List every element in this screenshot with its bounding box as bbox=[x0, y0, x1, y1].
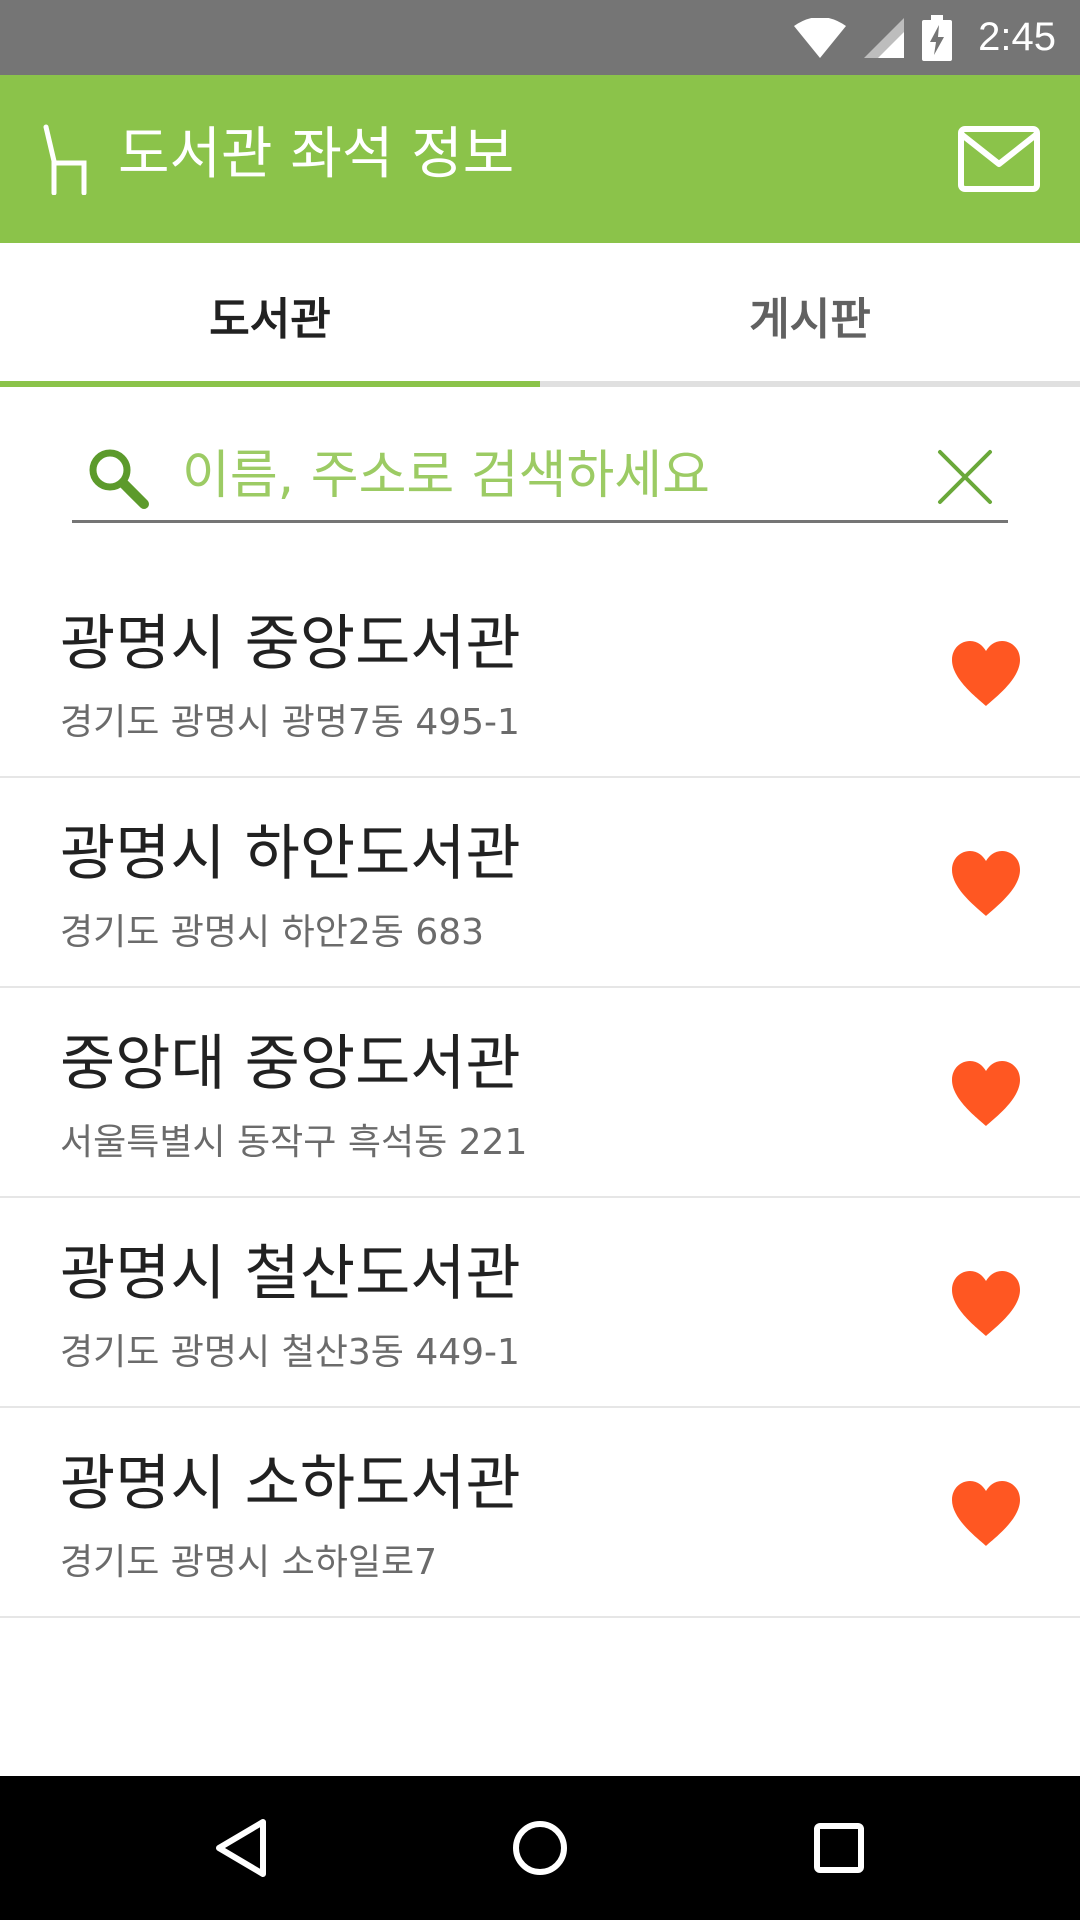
wifi-icon bbox=[794, 17, 847, 58]
mail-button[interactable] bbox=[958, 126, 1040, 192]
tab-bar: 도서관 게시판 bbox=[0, 243, 1080, 387]
library-list: 광명시 중앙도서관 경기도 광명시 광명7동 495-1 광명시 하안도서관 경… bbox=[0, 568, 1080, 1618]
favorite-heart-icon[interactable] bbox=[950, 1270, 1022, 1338]
tab-indicator bbox=[0, 381, 540, 387]
status-bar: 2:45 bbox=[0, 0, 1080, 75]
cell-signal-icon bbox=[864, 17, 905, 58]
favorite-heart-icon[interactable] bbox=[950, 1060, 1022, 1128]
search-input[interactable] bbox=[182, 440, 962, 512]
favorite-heart-icon[interactable] bbox=[950, 850, 1022, 918]
library-item[interactable]: 광명시 하안도서관 경기도 광명시 하안2동 683 bbox=[0, 778, 1080, 988]
search-box bbox=[72, 436, 1008, 523]
app-title: 도서관 좌석 정보 bbox=[118, 122, 515, 187]
app-bar: 도서관 좌석 정보 bbox=[0, 75, 1080, 243]
library-item[interactable]: 광명시 철산도서관 경기도 광명시 철산3동 449-1 bbox=[0, 1198, 1080, 1408]
search-icon bbox=[89, 449, 149, 509]
tab-libraries[interactable]: 도서관 bbox=[0, 243, 540, 387]
navigation-bar bbox=[0, 1776, 1080, 1920]
clear-search-button[interactable] bbox=[936, 448, 994, 506]
library-name: 광명시 소하도서관 bbox=[60, 1449, 521, 1519]
status-time: 2:45 bbox=[978, 15, 1056, 59]
library-address: 경기도 광명시 광명7동 495-1 bbox=[60, 702, 520, 743]
library-address: 서울특별시 동작구 흑석동 221 bbox=[60, 1122, 528, 1163]
library-item[interactable]: 중앙대 중앙도서관 서울특별시 동작구 흑석동 221 bbox=[0, 988, 1080, 1198]
battery-charging-icon bbox=[922, 14, 953, 61]
library-address: 경기도 광명시 소하일로7 bbox=[60, 1542, 437, 1583]
favorite-heart-icon[interactable] bbox=[950, 1480, 1022, 1548]
library-address: 경기도 광명시 철산3동 449-1 bbox=[60, 1332, 520, 1373]
chair-icon bbox=[43, 124, 87, 195]
library-name: 중앙대 중앙도서관 bbox=[60, 1029, 521, 1099]
status-icons: 2:45 bbox=[794, 0, 1056, 75]
library-name: 광명시 중앙도서관 bbox=[60, 609, 521, 679]
recents-icon[interactable] bbox=[803, 1812, 875, 1884]
home-icon[interactable] bbox=[504, 1812, 576, 1884]
library-name: 광명시 철산도서관 bbox=[60, 1239, 521, 1309]
library-name: 광명시 하안도서관 bbox=[60, 819, 521, 889]
library-item[interactable]: 광명시 소하도서관 경기도 광명시 소하일로7 bbox=[0, 1408, 1080, 1618]
library-address: 경기도 광명시 하안2동 683 bbox=[60, 912, 485, 953]
tab-board[interactable]: 게시판 bbox=[540, 243, 1080, 387]
back-icon[interactable] bbox=[205, 1812, 277, 1884]
favorite-heart-icon[interactable] bbox=[950, 640, 1022, 708]
library-item[interactable]: 광명시 중앙도서관 경기도 광명시 광명7동 495-1 bbox=[0, 568, 1080, 778]
